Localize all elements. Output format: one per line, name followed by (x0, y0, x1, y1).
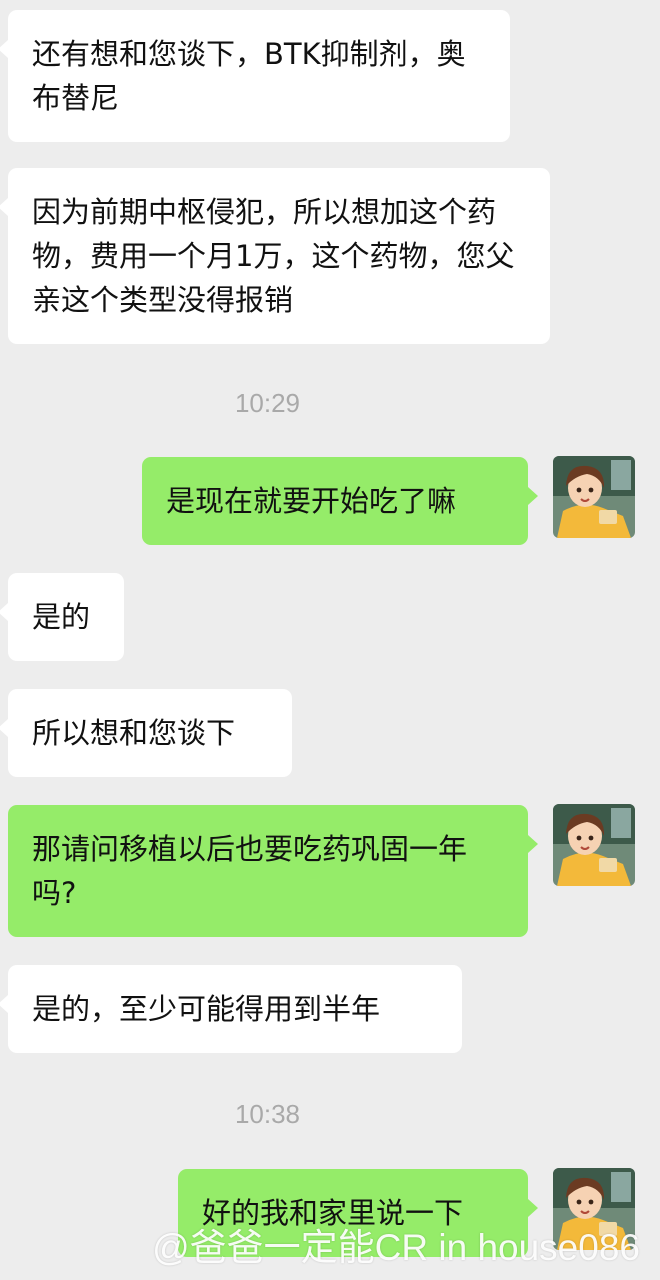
timestamp: 10:38 (234, 1099, 301, 1129)
incoming-message[interactable]: 所以想和您谈下 (0, 689, 292, 777)
message-text: 还有想和您谈下，BTK抑制剂，奥布替尼 (32, 37, 466, 115)
message-text: 是现在就要开始吃了嘛 (166, 484, 457, 518)
message-text: 因为前期中枢侵犯，所以想加这个药物，费用一个月1万，这个药物，您父亲这个类型没得… (32, 195, 515, 317)
incoming-message[interactable]: 是的，至少可能得用到半年 (0, 965, 462, 1053)
message-text: 是的，至少可能得用到半年 (32, 992, 381, 1026)
outgoing-message[interactable]: 是现在就要开始吃了嘛 (142, 457, 538, 545)
user-avatar-icon[interactable] (553, 804, 635, 886)
timestamp: 10:29 (234, 388, 301, 418)
message-text: 所以想和您谈下 (32, 716, 236, 750)
message-text: 是的 (32, 600, 91, 634)
user-avatar-icon[interactable] (553, 456, 635, 538)
incoming-message[interactable]: 还有想和您谈下，BTK抑制剂，奥布替尼 (0, 10, 510, 142)
incoming-message[interactable]: 因为前期中枢侵犯，所以想加这个药物，费用一个月1万，这个药物，您父亲这个类型没得… (0, 168, 550, 344)
incoming-message[interactable]: 是的 (0, 573, 124, 661)
message-text: 那请问移植以后也要吃药巩固一年吗? (32, 832, 468, 910)
outgoing-message[interactable]: 那请问移植以后也要吃药巩固一年吗? (8, 805, 538, 937)
watermark: @爸爸一定能CR in house086 (152, 1227, 640, 1268)
